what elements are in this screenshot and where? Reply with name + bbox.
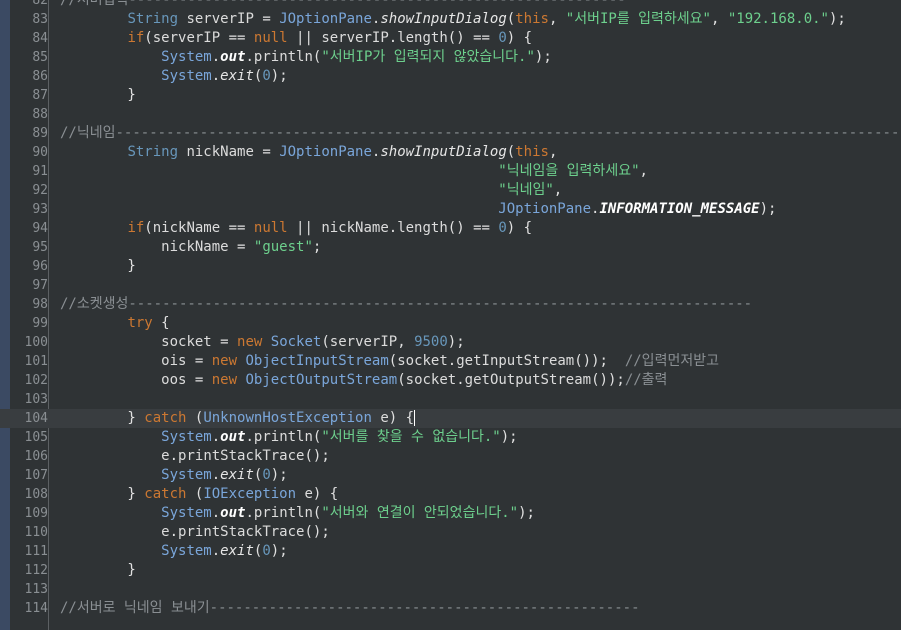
- code-line[interactable]: 109 System.out.println("서버와 연결이 안되었습니다."…: [0, 504, 901, 523]
- code-line[interactable]: 89 //닉네임---------------------------------…: [0, 124, 901, 143]
- line-code[interactable]: e.printStackTrace();: [60, 447, 330, 466]
- line-code[interactable]: } catch (UnknownHostException e) {: [60, 409, 416, 428]
- line-number: 101: [24, 354, 48, 369]
- line-number: 84: [32, 31, 48, 46]
- code-line[interactable]: 84 if(serverIP == null || serverIP.lengt…: [0, 29, 901, 48]
- line-number: 111: [24, 544, 48, 559]
- line-number: 87: [32, 88, 48, 103]
- line-code[interactable]: String nickName = JOptionPane.showInputD…: [60, 143, 557, 162]
- line-code[interactable]: } catch (IOException e) {: [60, 485, 338, 504]
- code-line[interactable]: 98 //소켓생성--------------------------------…: [0, 295, 901, 314]
- line-code[interactable]: e.printStackTrace();: [60, 523, 330, 542]
- line-code[interactable]: nickName = "guest";: [60, 238, 321, 257]
- code-line[interactable]: 85 System.out.println("서버IP가 입력되지 않았습니다.…: [0, 48, 901, 67]
- code-line[interactable]: 110 e.printStackTrace();: [0, 523, 901, 542]
- code-line[interactable]: 111 System.exit(0);: [0, 542, 901, 561]
- line-number: 94: [32, 221, 48, 236]
- code-lines[interactable]: 82 //서버입력--------------------------------…: [0, 0, 901, 618]
- code-line[interactable]: 97: [0, 276, 901, 295]
- code-editor[interactable]: 82 //서버입력--------------------------------…: [0, 0, 901, 630]
- line-number: 82: [32, 0, 48, 8]
- line-number: 85: [32, 50, 48, 65]
- code-line[interactable]: 101 ois = new ObjectInputStream(socket.g…: [0, 352, 901, 371]
- line-code[interactable]: JOptionPane.INFORMATION_MESSAGE);: [60, 200, 776, 219]
- code-line[interactable]: 83 String serverIP = JOptionPane.showInp…: [0, 10, 901, 29]
- code-line[interactable]: 94 if(nickName == null || nickName.lengt…: [0, 219, 901, 238]
- line-number: 112: [24, 563, 48, 578]
- line-code[interactable]: System.out.println("서버IP가 입력되지 않았습니다.");: [60, 48, 552, 67]
- code-line[interactable]: 112 }: [0, 561, 901, 580]
- line-number: 86: [32, 69, 48, 84]
- line-number: 108: [24, 487, 48, 502]
- line-number: 90: [32, 145, 48, 160]
- line-number: 98: [32, 297, 48, 312]
- line-code[interactable]: if(nickName == null || nickName.length()…: [60, 219, 532, 238]
- line-number: 93: [32, 202, 48, 217]
- line-number: 109: [24, 506, 48, 521]
- code-line[interactable]: 103: [0, 390, 901, 409]
- code-line[interactable]: 108 } catch (IOException e) {: [0, 485, 901, 504]
- code-line[interactable]: 92 "닉네임",: [0, 181, 901, 200]
- line-number: 114: [24, 601, 48, 616]
- line-number: 92: [32, 183, 48, 198]
- code-line[interactable]: 113: [0, 580, 901, 599]
- line-number: 113: [24, 582, 48, 597]
- code-line[interactable]: 99 try {: [0, 314, 901, 333]
- code-line[interactable]: 106 e.printStackTrace();: [0, 447, 901, 466]
- line-code[interactable]: }: [60, 561, 135, 580]
- line-number: 110: [24, 525, 48, 540]
- line-number: 103: [24, 392, 48, 407]
- code-line[interactable]: 86 System.exit(0);: [0, 67, 901, 86]
- code-line[interactable]: 87 }: [0, 86, 901, 105]
- line-number: 100: [24, 335, 48, 350]
- code-line[interactable]: 102 oos = new ObjectOutputStream(socket.…: [0, 371, 901, 390]
- line-number: 107: [24, 468, 48, 483]
- line-number: 102: [24, 373, 48, 388]
- line-code[interactable]: String serverIP = JOptionPane.showInputD…: [60, 10, 845, 29]
- code-line[interactable]: 82 //서버입력--------------------------------…: [0, 0, 901, 10]
- line-code[interactable]: try {: [60, 314, 169, 333]
- line-code[interactable]: }: [60, 257, 135, 276]
- line-code[interactable]: //소켓생성----------------------------------…: [60, 295, 752, 314]
- line-number: 105: [24, 430, 48, 445]
- line-number: 95: [32, 240, 48, 255]
- line-code[interactable]: }: [60, 86, 135, 105]
- code-line[interactable]: 90 String nickName = JOptionPane.showInp…: [0, 143, 901, 162]
- line-code[interactable]: System.exit(0);: [60, 542, 287, 561]
- code-line[interactable]: 104 } catch (UnknownHostException e) {: [0, 409, 901, 428]
- line-code[interactable]: socket = new Socket(serverIP, 9500);: [60, 333, 465, 352]
- line-number: 99: [32, 316, 48, 331]
- line-number: 96: [32, 259, 48, 274]
- text-caret: [414, 410, 416, 426]
- code-line[interactable]: 96 }: [0, 257, 901, 276]
- line-code[interactable]: //닉네임-----------------------------------…: [60, 124, 901, 143]
- line-number: 104: [24, 411, 48, 426]
- line-code[interactable]: "닉네임을 입력하세요",: [60, 162, 648, 181]
- line-code[interactable]: //서버로 닉네임 보내기---------------------------…: [60, 599, 640, 618]
- line-code[interactable]: System.out.println("서버를 찾을 수 없습니다.");: [60, 428, 517, 447]
- line-number: 91: [32, 164, 48, 179]
- code-line[interactable]: 88: [0, 105, 901, 124]
- line-number: 89: [32, 126, 48, 141]
- code-line[interactable]: 100 socket = new Socket(serverIP, 9500);: [0, 333, 901, 352]
- code-line[interactable]: 95 nickName = "guest";: [0, 238, 901, 257]
- line-code[interactable]: oos = new ObjectOutputStream(socket.getO…: [60, 371, 667, 390]
- line-code[interactable]: ois = new ObjectInputStream(socket.getIn…: [60, 352, 719, 371]
- code-line[interactable]: 93 JOptionPane.INFORMATION_MESSAGE);: [0, 200, 901, 219]
- line-code[interactable]: //서버입력----------------------------------…: [60, 0, 626, 10]
- line-number: 106: [24, 449, 48, 464]
- code-line[interactable]: 114 //서버로 닉네임 보내기------------------------…: [0, 599, 901, 618]
- code-line[interactable]: 91 "닉네임을 입력하세요",: [0, 162, 901, 181]
- line-code[interactable]: "닉네임",: [60, 181, 562, 200]
- line-code[interactable]: System.exit(0);: [60, 67, 287, 86]
- code-line[interactable]: 107 System.exit(0);: [0, 466, 901, 485]
- line-code[interactable]: if(serverIP == null || serverIP.length()…: [60, 29, 532, 48]
- line-number: 83: [32, 12, 48, 27]
- code-line[interactable]: 105 System.out.println("서버를 찾을 수 없습니다.")…: [0, 428, 901, 447]
- line-code[interactable]: System.out.println("서버와 연결이 안되었습니다.");: [60, 504, 535, 523]
- line-number: 88: [32, 107, 48, 122]
- line-code[interactable]: System.exit(0);: [60, 466, 287, 485]
- line-number: 97: [32, 278, 48, 293]
